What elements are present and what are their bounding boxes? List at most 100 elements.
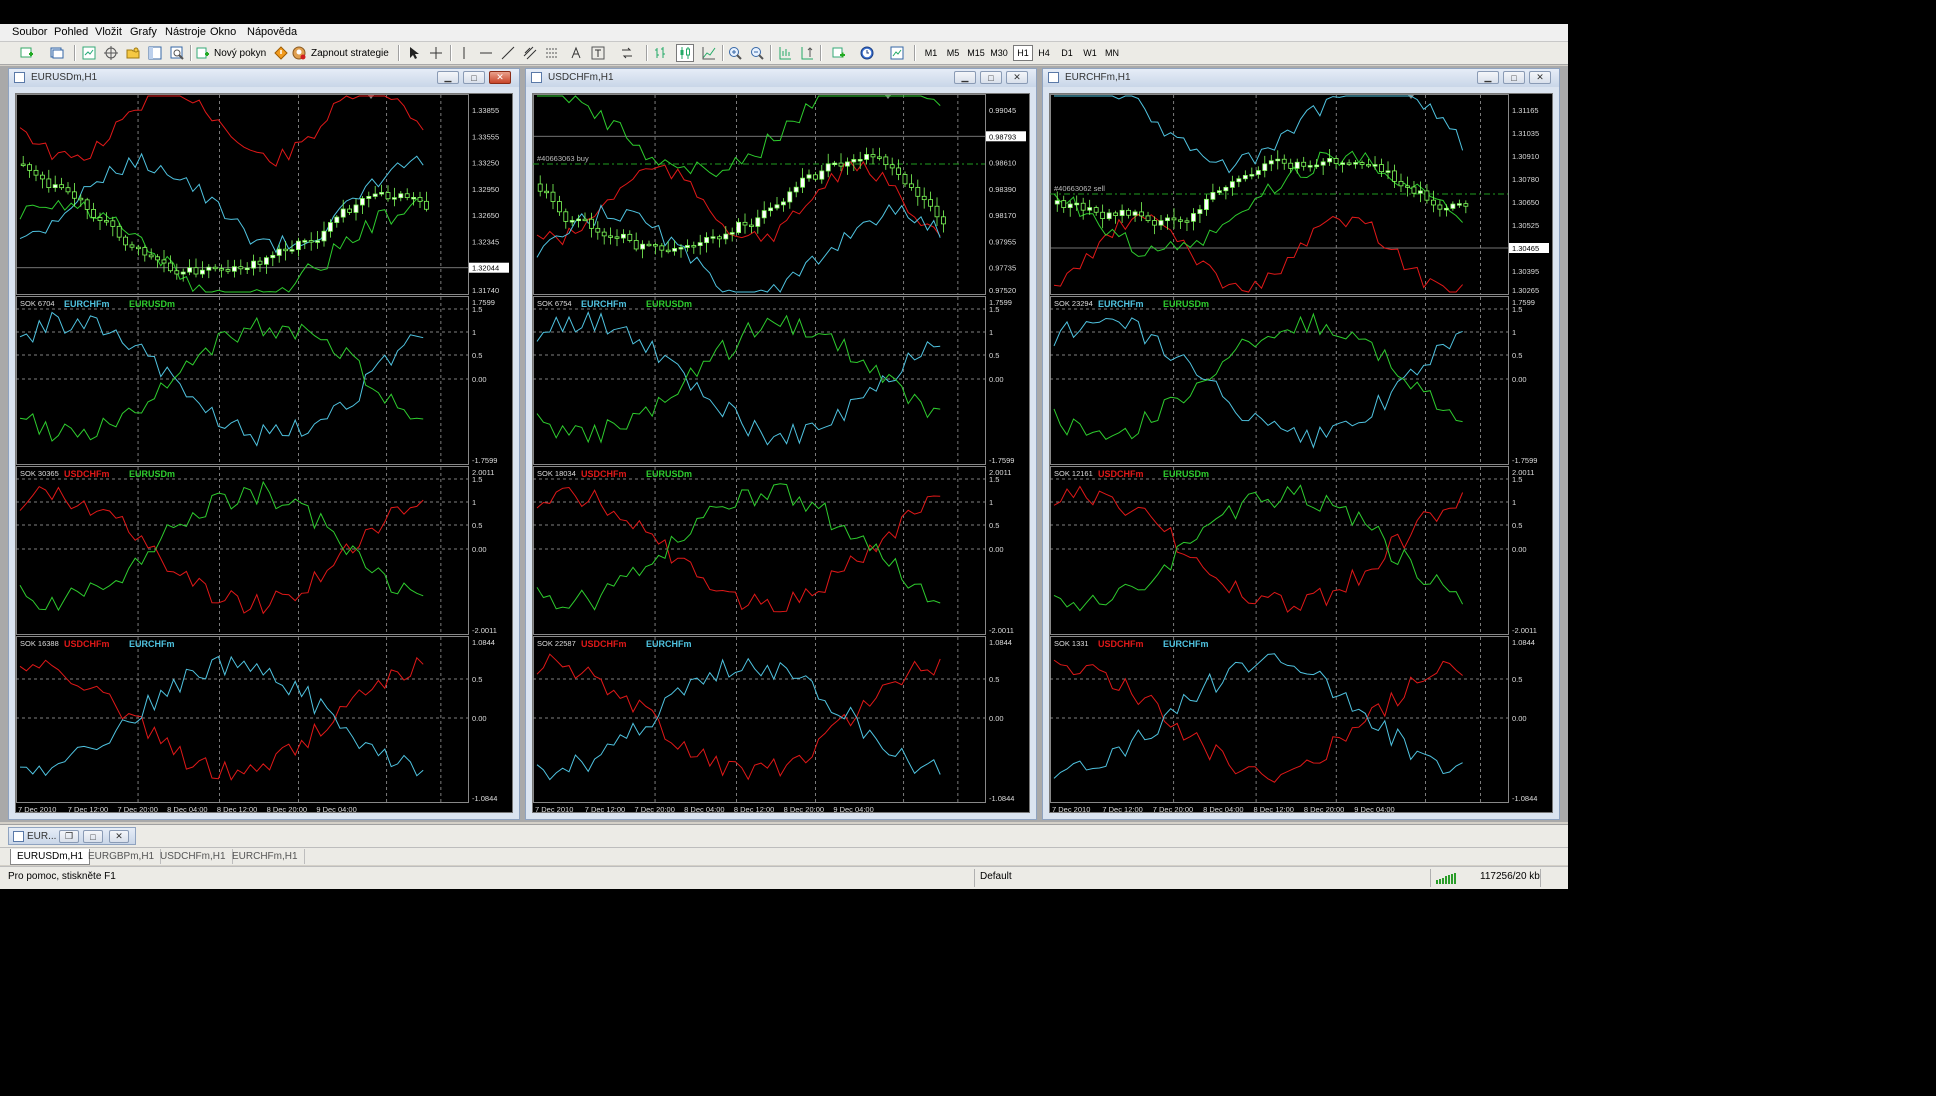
new-chart-button[interactable]: [14, 44, 40, 62]
window-title-bar[interactable]: EURCHFm,H1 ▁ □ ✕: [1043, 69, 1559, 87]
text-label-button[interactable]: [590, 44, 606, 62]
text-tool-button[interactable]: [568, 44, 584, 62]
toggle-strategies-button[interactable]: Zapnout strategie: [292, 44, 392, 62]
chart-svg[interactable]: 1.31165 1.31035 1.30910 1.30780 1.30650 1.305…: [1050, 94, 1554, 814]
bar-chart-button[interactable]: [652, 44, 670, 62]
candle-body: [180, 271, 186, 275]
new-order-button[interactable]: Nový pokyn: [196, 44, 270, 62]
horizontal-line-icon: [480, 52, 492, 54]
indicator-sok-label: SOK 12161: [1054, 469, 1093, 478]
maximize-button[interactable]: □: [1503, 71, 1525, 84]
candle-body: [366, 196, 372, 199]
indicators-button[interactable]: [826, 44, 852, 62]
auto-scroll-button[interactable]: [776, 44, 794, 62]
profiles-button[interactable]: [44, 44, 70, 62]
line-chart-button[interactable]: [700, 44, 718, 62]
alert-button[interactable]: [272, 44, 290, 62]
candle-body: [844, 161, 850, 167]
trendline-button[interactable]: [500, 44, 516, 62]
chart-window-usdchfm[interactable]: USDCHFm,H1 ▁ □ ✕ 0.99045 0.98793 0.98610 0.9839…: [525, 68, 1037, 820]
maximize-button[interactable]: □: [83, 830, 103, 843]
timeframe-h4-button[interactable]: H4: [1034, 45, 1054, 61]
status-profile: Default: [980, 871, 1012, 882]
menu-bar: Soubor Pohled Vložit Grafy Nástroje Okno Nápov…: [0, 24, 1568, 42]
chart-svg[interactable]: 0.99045 0.98793 0.98610 0.98390 0.98170 0.979…: [533, 94, 1031, 814]
maximize-button[interactable]: □: [980, 71, 1002, 84]
chart-tab[interactable]: EURGBPm,H1: [82, 849, 162, 864]
close-button[interactable]: ✕: [489, 71, 511, 84]
menu-item-5[interactable]: Okno: [210, 26, 236, 38]
chart-tab[interactable]: USDCHFm,H1: [154, 849, 233, 864]
menu-item-0[interactable]: Soubor: [12, 26, 47, 38]
zoom-in-button[interactable]: [726, 44, 744, 62]
arrows-button[interactable]: [614, 44, 640, 62]
tester-button[interactable]: [168, 44, 186, 62]
channel-button[interactable]: [522, 44, 538, 62]
chart-canvas[interactable]: 1.31165 1.31035 1.30910 1.30780 1.30650 1.305…: [1049, 93, 1554, 814]
terminal-button[interactable]: [146, 44, 164, 62]
candle-body: [1327, 158, 1333, 163]
timeframe-h1-button[interactable]: H1: [1013, 45, 1033, 61]
cursor-tool-button[interactable]: [406, 44, 422, 62]
timeframe-mn-button[interactable]: MN: [1102, 45, 1122, 61]
indicator-series-a-label: USDCHFm: [581, 469, 627, 479]
navigator-button[interactable]: [124, 44, 142, 62]
templates-button[interactable]: [884, 44, 910, 62]
candle-body: [39, 174, 45, 180]
candle-body: [806, 174, 812, 179]
menu-item-6[interactable]: Nápověda: [247, 26, 297, 38]
candlestick-button[interactable]: [676, 44, 694, 62]
minimize-button[interactable]: ▁: [1477, 71, 1499, 84]
date-axis-label: 9 Dec 04:00: [1354, 805, 1394, 814]
indicator-series-b-label: EURUSDm: [646, 299, 692, 309]
timeframe-w1-button[interactable]: W1: [1080, 45, 1100, 61]
candle-body: [1450, 203, 1456, 209]
zoom-out-button[interactable]: [748, 44, 766, 62]
window-title-bar[interactable]: USDCHFm,H1 ▁ □ ✕: [526, 69, 1036, 87]
chart-tab[interactable]: EURUSDm,H1: [10, 849, 91, 865]
candle-body: [97, 217, 103, 221]
menu-item-1[interactable]: Pohled: [54, 26, 88, 38]
candle-body: [787, 191, 793, 203]
menu-item-2[interactable]: Vložit: [95, 26, 122, 38]
horizontal-line-button[interactable]: [478, 44, 494, 62]
data-window-button[interactable]: [102, 44, 120, 62]
window-title-bar[interactable]: EURUSDm,H1 ▁ □ ✕: [9, 69, 519, 87]
chart-canvas[interactable]: 0.99045 0.98793 0.98610 0.98390 0.98170 0.979…: [532, 93, 1031, 814]
market-watch-button[interactable]: [80, 44, 98, 62]
timeframe-m15-button[interactable]: M15: [966, 45, 986, 61]
close-button[interactable]: ✕: [1006, 71, 1028, 84]
timeframe-m1-button[interactable]: M1: [921, 45, 941, 61]
vertical-line-button[interactable]: [456, 44, 472, 62]
price-tick-label: 0.98170: [989, 211, 1016, 220]
minimize-button[interactable]: ▁: [954, 71, 976, 84]
fibonacci-button[interactable]: [544, 44, 560, 62]
menu-item-4[interactable]: Nástroje: [165, 26, 206, 38]
timeframe-m30-button[interactable]: M30: [989, 45, 1009, 61]
chart-window-eurchfm[interactable]: EURCHFm,H1 ▁ □ ✕ 1.31165 1.31035 1.30910 1.3078…: [1042, 68, 1560, 820]
minimized-window[interactable]: EUR... ❐ □ ✕: [8, 827, 136, 845]
candle-body: [832, 162, 838, 166]
menu-item-3[interactable]: Grafy: [130, 26, 157, 38]
minimize-button[interactable]: ▁: [437, 71, 459, 84]
date-axis-label: 8 Dec 04:00: [1203, 805, 1243, 814]
chart-canvas[interactable]: 1.33855 1.33555 1.33250 1.32950 1.32650 1.323…: [15, 93, 514, 814]
timeframe-d1-button[interactable]: D1: [1057, 45, 1077, 61]
chart-shift-button[interactable]: [798, 44, 816, 62]
periods-button[interactable]: [854, 44, 880, 62]
close-button[interactable]: ✕: [109, 830, 129, 843]
restore-button[interactable]: ❐: [59, 830, 79, 843]
chart-window-eurusdm[interactable]: EURUSDm,H1 ▁ □ ✕ 1.33855 1.33555 1.33250 1.3295…: [8, 68, 520, 820]
candle-body: [819, 170, 825, 180]
maximize-button[interactable]: □: [463, 71, 485, 84]
candle-body: [742, 221, 748, 226]
candlestick-icon: [680, 47, 690, 59]
crosshair-tool-button[interactable]: [428, 44, 444, 62]
chart-tab[interactable]: EURCHFm,H1: [226, 849, 305, 864]
chart-svg[interactable]: 1.33855 1.33555 1.33250 1.32950 1.32650 1.323…: [16, 94, 514, 814]
timeframe-m5-button[interactable]: M5: [943, 45, 963, 61]
price-tick-label: 1.31035: [1512, 129, 1539, 138]
close-button[interactable]: ✕: [1529, 71, 1551, 84]
indicator-axis-label: -2.0011: [1512, 626, 1537, 635]
price-tick-label: 1.33855: [472, 106, 499, 115]
